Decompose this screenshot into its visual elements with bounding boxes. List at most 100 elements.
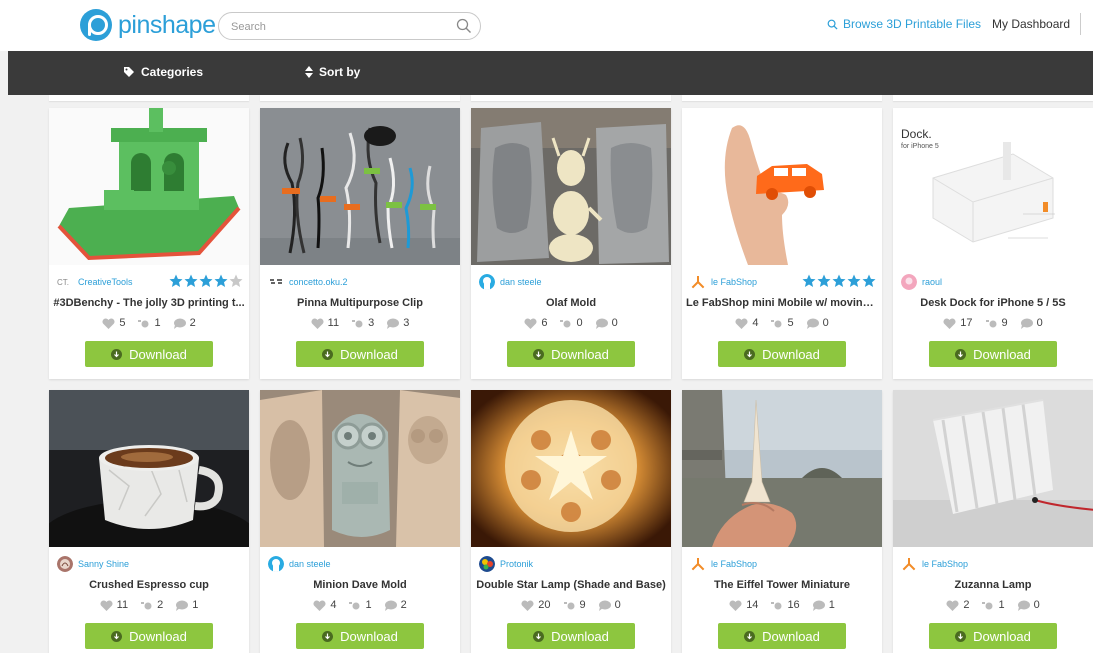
author[interactable]: raoul xyxy=(901,274,942,290)
model-title[interactable]: Pinna Multipurpose Clip xyxy=(264,297,456,309)
model-card[interactable]: Protonik Double Star Lamp (Shade and Bas… xyxy=(471,390,671,653)
comment-count: 0 xyxy=(611,317,618,329)
comment-count: 2 xyxy=(189,317,196,329)
model-title[interactable]: Zuzanna Lamp xyxy=(897,579,1089,591)
download-button[interactable]: Download xyxy=(718,341,846,367)
fabshop-logo-icon xyxy=(902,558,916,571)
partial-card xyxy=(893,95,1093,101)
download-button[interactable]: Download xyxy=(929,341,1057,367)
model-thumbnail[interactable] xyxy=(49,108,249,265)
browse-files-link[interactable]: Browse 3D Printable Files xyxy=(827,17,981,31)
author[interactable]: dan steele xyxy=(268,556,331,572)
model-title[interactable]: Olaf Mold xyxy=(475,297,667,309)
model-card[interactable]: dan steele Minion Dave Mold 4 1 2 Downlo… xyxy=(260,390,460,653)
model-card[interactable]: le FabShop Le FabShop mini Mobile w/ mov… xyxy=(682,108,882,379)
download-button[interactable]: Download xyxy=(296,341,424,367)
star-icon xyxy=(169,274,183,287)
download-icon xyxy=(955,630,967,642)
author[interactable]: Sanny Shine xyxy=(57,556,129,572)
model-card[interactable]: le FabShop Zuzanna Lamp 2 1 0 Download xyxy=(893,390,1093,653)
download-button[interactable]: Download xyxy=(929,623,1057,649)
comment-icon xyxy=(812,600,825,611)
heart-icon xyxy=(100,599,113,611)
model-thumbnail[interactable] xyxy=(893,390,1093,547)
download-button[interactable]: Download xyxy=(85,341,213,367)
star-icon xyxy=(229,274,243,287)
sort-by-label: Sort by xyxy=(319,65,361,79)
make-count: 16 xyxy=(787,599,800,611)
model-title[interactable]: Le FabShop mini Mobile w/ moving ... xyxy=(686,297,878,309)
model-thumbnail[interactable] xyxy=(260,108,460,265)
model-thumbnail[interactable]: Dock. for iPhone 5 xyxy=(893,108,1093,265)
like-count: 6 xyxy=(541,317,548,329)
rating-stars xyxy=(802,274,876,288)
star-icon xyxy=(214,274,228,287)
author[interactable]: le FabShop xyxy=(690,274,757,290)
model-card[interactable]: Sanny Shine Crushed Espresso cup 11 2 1 … xyxy=(49,390,249,653)
model-title[interactable]: Minion Dave Mold xyxy=(264,579,456,591)
my-dashboard-link[interactable]: My Dashboard xyxy=(992,17,1070,31)
model-card[interactable]: concetto.oku.2 Pinna Multipurpose Clip 1… xyxy=(260,108,460,379)
olaf-mold-image xyxy=(471,108,671,265)
search-icon xyxy=(827,19,838,30)
make-count: 1 xyxy=(154,317,161,329)
model-card[interactable]: le FabShop The Eiffel Tower Miniature 14… xyxy=(682,390,882,653)
pinshape-logo[interactable]: pinshape xyxy=(80,8,216,42)
model-title[interactable]: Double Star Lamp (Shade and Base) xyxy=(475,579,667,591)
model-title[interactable]: #3DBenchy - The jolly 3D printing t... xyxy=(53,297,245,309)
categories-menu[interactable]: Categories xyxy=(123,65,203,79)
star-lamp-image xyxy=(471,390,671,547)
make-icon xyxy=(563,601,574,609)
author[interactable]: CT. CreativeTools xyxy=(57,274,133,290)
author-name: Protonik xyxy=(500,559,534,569)
search-input[interactable] xyxy=(231,18,451,36)
model-title[interactable]: Desk Dock for iPhone 5 / 5S xyxy=(897,297,1089,309)
like-count: 11 xyxy=(327,317,340,329)
model-card[interactable]: dan steele Olaf Mold 6 0 0 Download xyxy=(471,108,671,379)
comment-count: 0 xyxy=(822,317,829,329)
model-thumbnail[interactable] xyxy=(49,390,249,547)
author[interactable]: Protonik xyxy=(479,556,533,572)
model-card[interactable]: Dock. for iPhone 5 raoul Desk Dock for i… xyxy=(893,108,1093,379)
author-name: le FabShop xyxy=(922,559,969,569)
model-title[interactable]: Crushed Espresso cup xyxy=(53,579,245,591)
download-button[interactable]: Download xyxy=(85,623,213,649)
download-label: Download xyxy=(340,628,398,644)
heart-icon xyxy=(943,317,956,329)
model-thumbnail[interactable] xyxy=(471,390,671,547)
star-icon xyxy=(847,274,861,287)
make-count: 1 xyxy=(365,599,372,611)
like-count: 17 xyxy=(960,317,973,329)
model-thumbnail[interactable] xyxy=(471,108,671,265)
star-icon xyxy=(184,274,198,287)
comment-count: 0 xyxy=(614,599,621,611)
user-avatar-icon xyxy=(268,556,284,572)
model-title[interactable]: The Eiffel Tower Miniature xyxy=(686,579,878,591)
author[interactable]: dan steele xyxy=(479,274,542,290)
download-button[interactable]: Download xyxy=(718,623,846,649)
comment-icon xyxy=(173,318,186,329)
sort-by-menu[interactable]: Sort by xyxy=(305,65,360,79)
model-thumbnail[interactable] xyxy=(682,108,882,265)
model-thumbnail[interactable] xyxy=(682,390,882,547)
fabshop-logo-icon xyxy=(691,276,705,289)
search-box[interactable] xyxy=(218,12,481,40)
author[interactable]: concetto.oku.2 xyxy=(268,274,348,290)
make-icon xyxy=(138,319,149,327)
make-icon xyxy=(141,601,152,609)
model-stats: 4 5 0 xyxy=(682,317,882,329)
heart-icon xyxy=(735,317,748,329)
author[interactable]: le FabShop xyxy=(690,556,757,572)
download-label: Download xyxy=(762,346,820,362)
download-button[interactable]: Download xyxy=(507,623,635,649)
search-icon[interactable] xyxy=(456,18,472,34)
model-card[interactable]: CT. CreativeTools #3DBenchy - The jolly … xyxy=(49,108,249,379)
like-count: 14 xyxy=(746,599,759,611)
ct-logo-icon: CT. xyxy=(57,278,69,287)
model-thumbnail[interactable] xyxy=(260,390,460,547)
header-divider xyxy=(1080,13,1081,35)
download-button[interactable]: Download xyxy=(507,341,635,367)
author[interactable]: le FabShop xyxy=(901,556,968,572)
download-button[interactable]: Download xyxy=(296,623,424,649)
model-stats: 11 3 3 xyxy=(260,317,460,329)
